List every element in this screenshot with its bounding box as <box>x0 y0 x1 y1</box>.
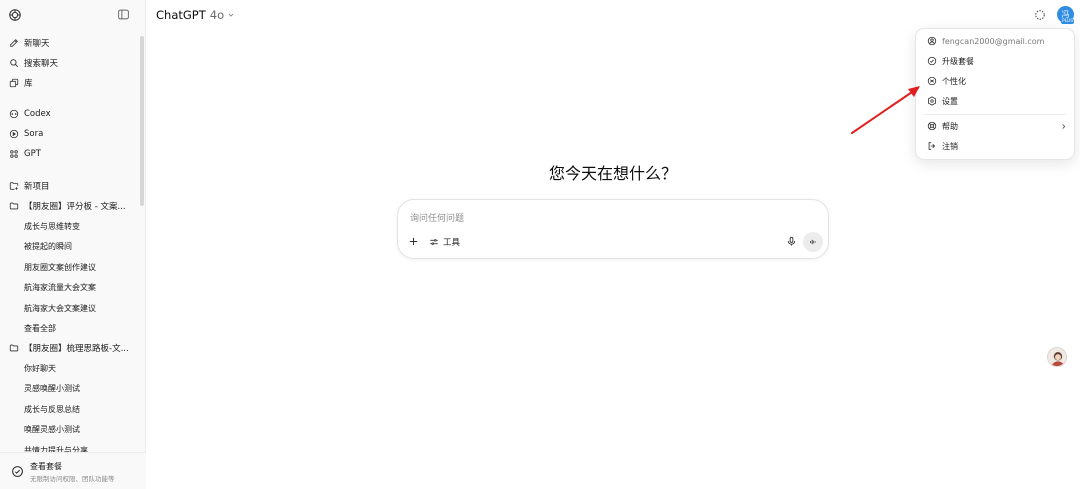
sidebar-item-label: 新项目 <box>24 182 50 192</box>
play-icon <box>9 129 19 139</box>
grid-icon <box>9 149 19 159</box>
annotation-arrow <box>851 86 920 134</box>
microphone-icon[interactable] <box>786 236 797 247</box>
model-version: 4o <box>209 8 225 22</box>
list-item[interactable]: 航海家流量大会文案 <box>4 277 136 297</box>
menu-item-label: 升级套餐 <box>942 56 974 66</box>
sidebar: 新聊天 搜索聊天 库 Codex Sora GPT 新项目 【朋友圈】评分板 -… <box>0 0 146 489</box>
user-icon <box>927 36 937 46</box>
sidebar-item-sora[interactable]: Sora <box>4 124 136 144</box>
sidebar-item-search-chats[interactable]: 搜索聊天 <box>4 53 136 73</box>
list-item[interactable]: 唤醒灵感小测试 <box>4 419 136 439</box>
assistant-avatar-button[interactable] <box>1047 347 1067 367</box>
list-item[interactable]: 你好聊天 <box>4 358 136 378</box>
openai-logo-icon[interactable] <box>8 8 22 22</box>
menu-item-upgrade[interactable]: 升级套餐 <box>916 52 1074 70</box>
list-item[interactable]: 被提起的瞬间 <box>4 236 136 256</box>
menu-item-help[interactable]: 帮助 <box>916 117 1074 135</box>
project-label: 【朋友圈】评分板 - 文案... <box>24 202 126 212</box>
upgrade-icon <box>927 56 937 66</box>
sidebar-item-gpt[interactable]: GPT <box>4 144 136 164</box>
menu-item-label: 注销 <box>942 141 958 151</box>
library-icon <box>9 78 19 88</box>
sidebar-header <box>0 0 146 30</box>
account-email: fengcan2000@gmail.com <box>942 36 1045 46</box>
list-item[interactable]: 共情力提升与分享 <box>4 440 136 453</box>
list-item[interactable]: 航海家大会文案建议 <box>4 298 136 318</box>
sidebar-item-label: Codex <box>24 109 51 119</box>
codex-icon <box>9 109 19 119</box>
waveform-icon <box>808 237 818 247</box>
page-title: 您今天在想什么？ <box>548 164 677 183</box>
list-item[interactable]: 成长与思维转变 <box>4 216 136 236</box>
sidebar-item-new-project[interactable]: 新项目 <box>4 176 136 196</box>
model-name: ChatGPT <box>156 8 206 22</box>
search-icon <box>9 58 19 68</box>
temporary-chat-icon[interactable] <box>1034 9 1046 21</box>
sidebar-project-2[interactable]: 【朋友圈】梳理思路板-文... <box>4 338 136 358</box>
chevron-down-icon <box>227 11 235 19</box>
gear-icon <box>927 96 937 106</box>
sidebar-item-new-chat[interactable]: 新聊天 <box>4 33 136 53</box>
upgrade-title: 查看套餐 <box>30 462 62 471</box>
composer-input[interactable]: 询问任何问题 <box>410 211 464 224</box>
plan-badge: PLUS <box>1061 19 1075 24</box>
chevron-right-icon <box>1060 123 1067 130</box>
sidebar-item-label: 搜索聊天 <box>24 59 59 69</box>
project-label: 【朋友圈】梳理思路板-文... <box>24 344 129 354</box>
sidebar-upgrade-plan[interactable]: 查看套餐 无限制访问权限、团队功能等 <box>0 452 146 489</box>
composer: 询问任何问题 工具 <box>397 199 829 259</box>
folder-plus-icon <box>9 181 19 191</box>
sidebar-project-1[interactable]: 【朋友圈】评分板 - 文案... <box>4 196 136 216</box>
sidebar-item-library[interactable]: 库 <box>4 73 136 93</box>
upgrade-subtitle: 无限制访问权限、团队功能等 <box>30 475 115 483</box>
sidebar-item-label: GPT <box>24 149 41 159</box>
sidebar-item-label: Sora <box>24 129 44 139</box>
menu-item-label: 设置 <box>942 96 958 106</box>
personalize-icon <box>927 76 937 86</box>
sidebar-item-label: 库 <box>24 79 33 89</box>
voice-mode-button[interactable] <box>803 232 823 252</box>
list-item[interactable]: 朋友圈文案创作建议 <box>4 257 136 277</box>
menu-item-settings[interactable]: 设置 <box>916 92 1074 110</box>
upgrade-icon <box>11 465 24 478</box>
edit-icon <box>9 38 19 48</box>
folder-icon <box>9 343 19 353</box>
lifebuoy-icon <box>927 121 937 131</box>
model-selector[interactable]: ChatGPT 4o <box>156 8 235 22</box>
menu-item-label: 个性化 <box>942 76 966 86</box>
account-menu: fengcan2000@gmail.com 升级套餐 个性化 设置 帮助 注销 <box>915 28 1075 160</box>
menu-item-personalize[interactable]: 个性化 <box>916 72 1074 90</box>
sidebar-toggle-icon[interactable] <box>117 8 130 21</box>
sidebar-scroll-area[interactable]: 新聊天 搜索聊天 库 Codex Sora GPT 新项目 【朋友圈】评分板 -… <box>0 32 140 452</box>
sidebar-item-label: 新聊天 <box>24 39 50 49</box>
sliders-icon <box>429 237 439 247</box>
sidebar-scrollbar[interactable] <box>140 36 144 206</box>
menu-divider <box>924 114 1066 115</box>
logout-icon <box>927 141 937 151</box>
view-all-link[interactable]: 查看全部 <box>4 318 136 338</box>
menu-item-email: fengcan2000@gmail.com <box>916 32 1074 50</box>
menu-item-logout[interactable]: 注销 <box>916 137 1074 155</box>
list-item[interactable]: 成长与反思总结 <box>4 399 136 419</box>
tools-button[interactable]: 工具 <box>429 235 460 248</box>
list-item[interactable]: 灵感唤醒小测试 <box>4 378 136 398</box>
menu-item-label: 帮助 <box>942 121 958 131</box>
folder-icon <box>9 201 19 211</box>
tools-label: 工具 <box>443 237 461 248</box>
sidebar-item-codex[interactable]: Codex <box>4 104 136 124</box>
plus-icon[interactable] <box>408 236 419 247</box>
